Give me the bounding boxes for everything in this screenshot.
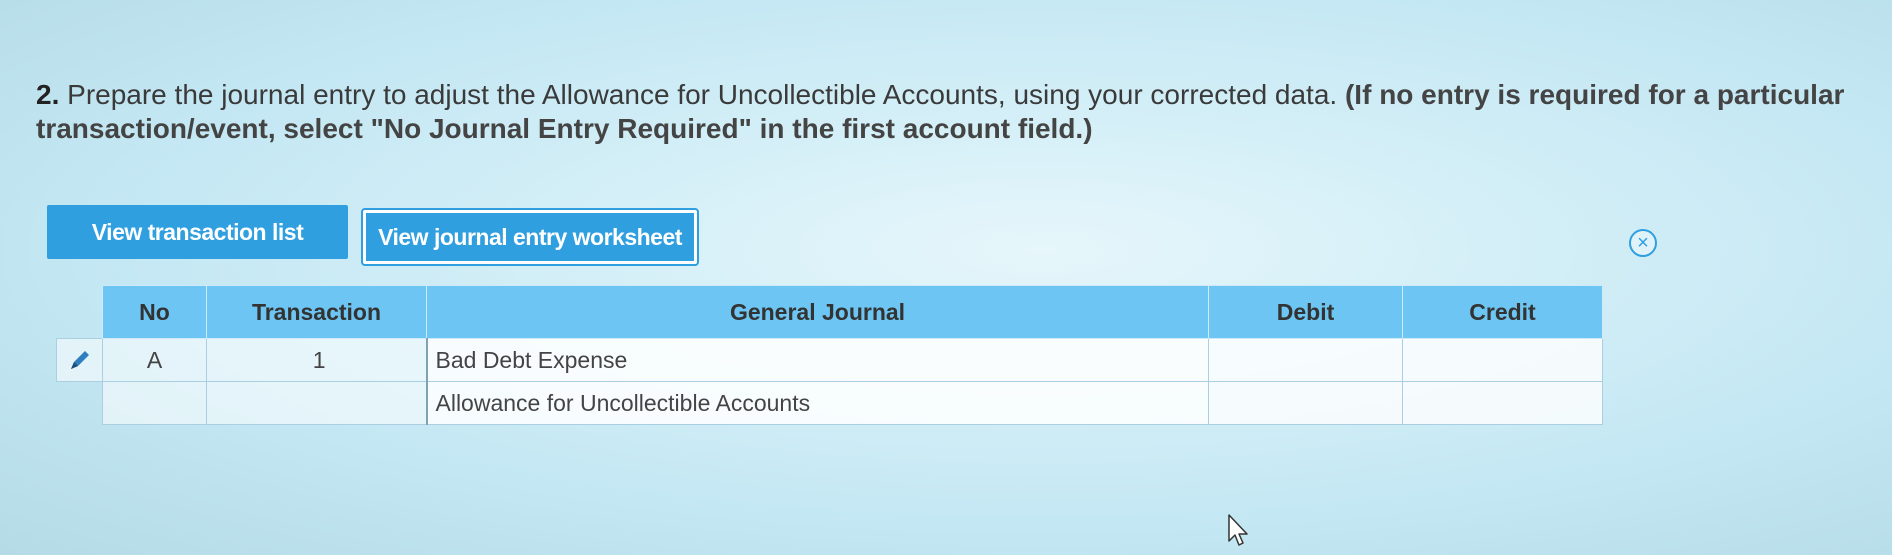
edit-column-header [57, 286, 103, 339]
header-no: No [102, 285, 207, 339]
table-header-row: No Transaction General Journal Debit Cre… [57, 285, 1603, 339]
header-debit: Debit [1208, 285, 1403, 339]
table-row: Allowance for Uncollectible Accounts [57, 381, 1603, 425]
account-select[interactable]: Bad Debt Expense [425, 338, 1209, 382]
table-row: A 1 Bad Debt Expense [56, 338, 1603, 382]
header-general-journal: General Journal [426, 285, 1209, 339]
edit-cell[interactable] [56, 338, 103, 382]
header-credit: Credit [1402, 285, 1603, 339]
question-prompt: Prepare the journal entry to adjust the … [67, 79, 1338, 110]
credit-input[interactable] [1402, 338, 1603, 382]
row-transaction [206, 381, 427, 425]
pencil-icon[interactable] [65, 345, 95, 375]
row-no: A [102, 338, 207, 382]
journal-entry-table: No Transaction General Journal Debit Cre… [56, 285, 1603, 425]
mouse-cursor-icon [1228, 514, 1248, 546]
row-no [102, 381, 207, 425]
close-symbol: × [1637, 232, 1649, 254]
question-text: 2. Prepare the journal entry to adjust t… [36, 78, 1856, 146]
debit-input[interactable] [1208, 381, 1403, 425]
close-icon[interactable]: × [1629, 229, 1657, 257]
edit-cell-empty [57, 382, 103, 425]
credit-input[interactable] [1402, 381, 1603, 425]
header-transaction: Transaction [206, 285, 427, 339]
account-select[interactable]: Allowance for Uncollectible Accounts [425, 381, 1209, 425]
question-number: 2. [36, 79, 60, 110]
view-journal-entry-worksheet-button[interactable]: View journal entry worksheet [361, 208, 699, 266]
view-transaction-list-button[interactable]: View transaction list [47, 205, 348, 259]
row-transaction: 1 [206, 338, 427, 382]
debit-input[interactable] [1208, 338, 1403, 382]
